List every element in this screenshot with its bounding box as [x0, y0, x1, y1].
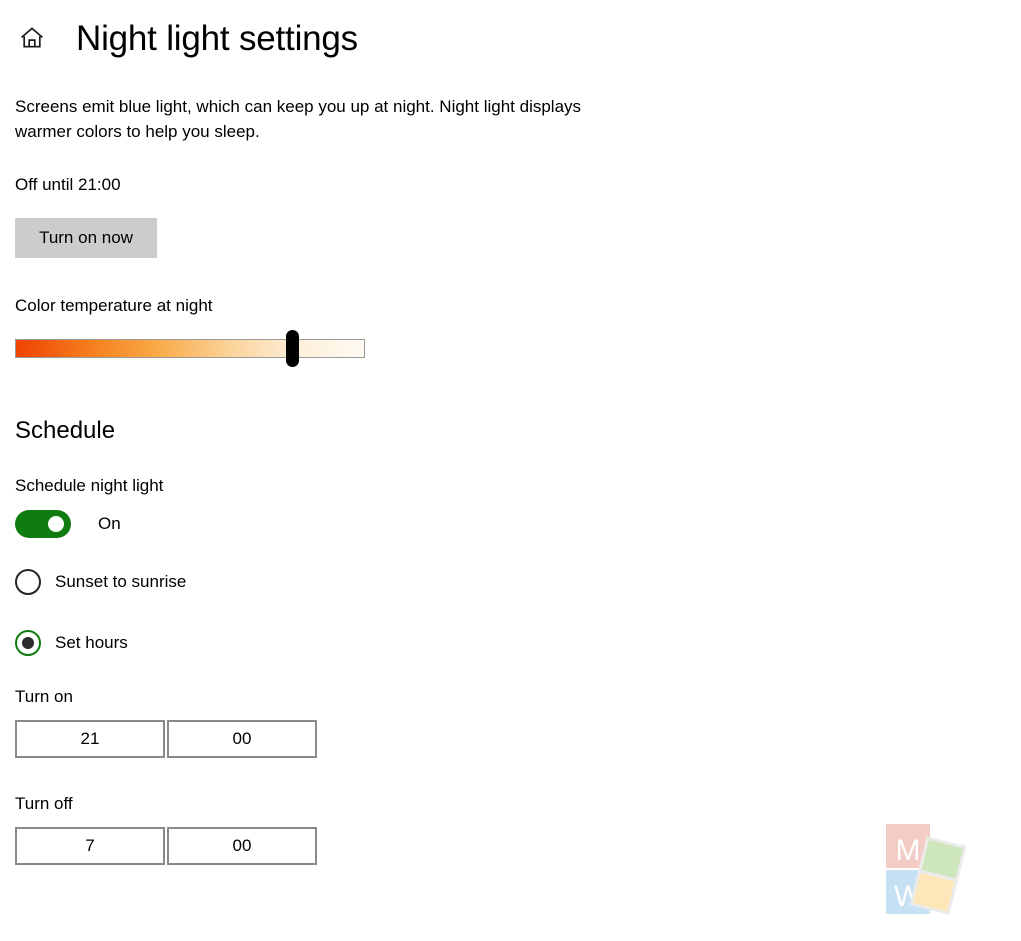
turn-off-hours-field[interactable]: 7 — [15, 827, 165, 865]
slider-track[interactable] — [15, 339, 365, 358]
schedule-night-light-label: Schedule night light — [15, 476, 164, 495]
radio-option-set-hours[interactable]: Set hours — [15, 630, 128, 656]
turn-off-label: Turn off — [15, 794, 73, 813]
radio-label: Set hours — [55, 633, 128, 652]
watermark-letter-top: M — [896, 834, 921, 867]
turn-on-label: Turn on — [15, 687, 73, 706]
radio-label: Sunset to sunrise — [55, 572, 187, 591]
schedule-night-light-toggle[interactable] — [15, 510, 71, 538]
turn-on-hours-field[interactable]: 21 — [15, 720, 165, 758]
toggle-knob — [48, 516, 64, 532]
home-icon[interactable] — [10, 16, 54, 60]
radio-option-sunset-to-sunrise[interactable]: Sunset to sunrise — [15, 569, 186, 595]
turn-on-time-fields: 21 00 — [15, 720, 317, 758]
color-temperature-slider[interactable] — [15, 330, 365, 367]
page-header: Night light settings — [0, 0, 358, 76]
turn-on-minutes-field[interactable]: 00 — [167, 720, 317, 758]
toggle-state-label: On — [98, 514, 121, 533]
turn-off-time-fields: 7 00 — [15, 827, 317, 865]
turn-on-now-button[interactable]: Turn on now — [15, 218, 157, 258]
schedule-toggle-row: On — [15, 510, 121, 538]
radio-icon[interactable] — [15, 569, 41, 595]
watermark-logo: M W — [880, 820, 970, 920]
page-title: Night light settings — [76, 18, 358, 58]
schedule-section-title: Schedule — [15, 417, 116, 444]
status-text: Off until 21:00 — [15, 175, 121, 194]
slider-thumb[interactable] — [286, 330, 299, 367]
turn-off-minutes-field[interactable]: 00 — [167, 827, 317, 865]
color-temperature-label: Color temperature at night — [15, 296, 213, 315]
radio-icon-selected[interactable] — [15, 630, 41, 656]
description-text: Screens emit blue light, which can keep … — [15, 97, 582, 141]
